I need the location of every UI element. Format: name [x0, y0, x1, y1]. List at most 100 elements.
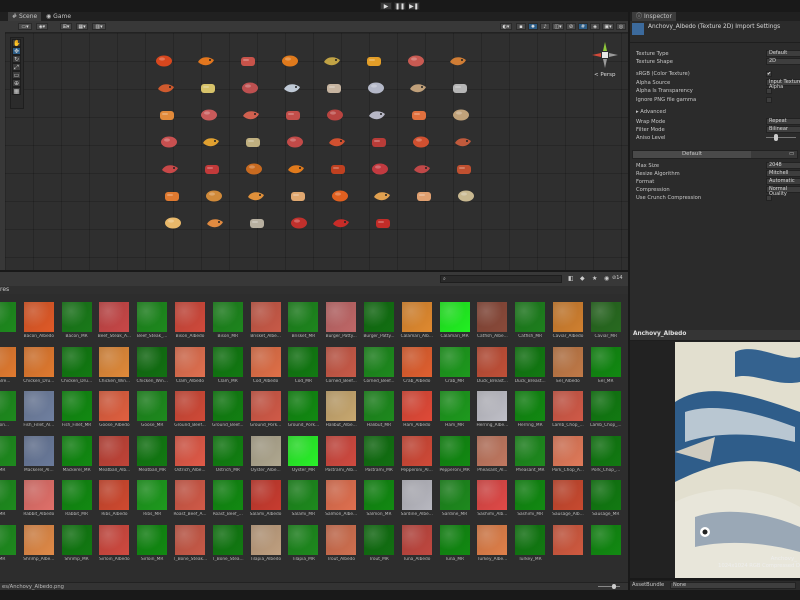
asset-thumbnail[interactable] [61, 524, 92, 555]
food-model[interactable] [368, 108, 386, 122]
asset-label[interactable]: Tuna_Albedo [398, 557, 436, 562]
asset-thumbnail[interactable] [137, 302, 168, 332]
asset-thumbnail[interactable] [212, 346, 243, 377]
asset-thumbnail[interactable] [212, 391, 243, 421]
dropdown-field[interactable]: Bilinear [766, 126, 800, 133]
food-model[interactable] [158, 108, 176, 122]
checkbox[interactable] [766, 97, 772, 103]
2d-toggle[interactable]: ▪ [516, 23, 526, 30]
asset-label[interactable]: Lamb_Chop_... [549, 423, 587, 428]
food-model[interactable] [200, 108, 218, 122]
effects-dropdown[interactable]: ◫▾ [552, 23, 564, 30]
food-model[interactable] [203, 162, 221, 176]
asset-label[interactable]: Caviar_MR [587, 334, 625, 339]
asset-thumbnail[interactable] [401, 302, 432, 332]
asset-label[interactable]: Sashimi_Alb... [473, 512, 511, 517]
asset-label[interactable]: Burger_Patty... [360, 334, 398, 339]
asset-thumbnail[interactable] [326, 302, 357, 332]
food-model[interactable] [245, 162, 263, 176]
thumb-size-slider[interactable] [598, 586, 620, 587]
asset-thumbnail[interactable] [326, 346, 357, 377]
asset-label[interactable]: Bison_MR [209, 334, 247, 339]
asset-thumbnail[interactable] [326, 524, 357, 555]
asset-thumbnail[interactable] [212, 480, 243, 510]
asset-label[interactable]: Shrimp_Albe... [20, 557, 58, 562]
asset-thumbnail[interactable] [364, 391, 394, 421]
asset-thumbnail[interactable] [553, 346, 583, 377]
food-model[interactable] [374, 216, 392, 230]
tab-inspector[interactable]: ⓘ Inspector [632, 12, 676, 21]
transform-tool-icon[interactable]: ⊕ [12, 79, 21, 87]
asset-label[interactable]: Roast_Beef_... [209, 512, 247, 517]
grid-toggle[interactable]: # [578, 23, 588, 30]
aniso-slider-track[interactable] [766, 137, 796, 138]
asset-thumbnail[interactable] [364, 302, 394, 332]
scale-tool-icon[interactable]: ⤢ [12, 63, 21, 71]
asset-label[interactable]: Pepperoni_MR [436, 468, 474, 473]
global-dropdown[interactable]: ▦▾ [76, 23, 88, 30]
asset-thumbnail[interactable] [364, 346, 394, 377]
asset-thumbnail[interactable] [99, 435, 130, 466]
hand-tool-icon[interactable]: ✋ [12, 39, 21, 47]
asset-label[interactable]: Clam_Albedo [171, 379, 209, 384]
food-model[interactable] [290, 216, 308, 230]
monitor-icon[interactable]: ▭ [789, 151, 794, 158]
asset-label[interactable]: Pheasant_Al... [473, 468, 511, 473]
food-model[interactable] [451, 81, 469, 95]
asset-thumbnail[interactable] [364, 480, 394, 510]
asset-label[interactable]: Meatball_Alb... [95, 468, 133, 473]
food-model[interactable] [326, 108, 344, 122]
asset-label[interactable]: Caviar_Albedo [549, 334, 587, 339]
gizmos-toggle[interactable]: ◈ [590, 23, 600, 30]
food-model[interactable] [286, 135, 304, 149]
asset-thumbnail[interactable] [23, 524, 54, 555]
asset-thumbnail[interactable] [439, 480, 470, 510]
asset-label[interactable]: Shrimp_MR [58, 557, 96, 562]
asset-thumbnail[interactable] [212, 524, 243, 555]
asset-thumbnail[interactable] [99, 480, 130, 510]
food-model[interactable] [197, 54, 215, 68]
asset-label[interactable]: Roast_Beef_A... [171, 512, 209, 517]
asset-label[interactable]: Fish_Fillet_Al... [20, 423, 58, 428]
food-model[interactable] [281, 54, 299, 68]
dropdown-field[interactable]: Input Texture Alpha [766, 79, 800, 90]
asset-label[interactable]: Eel_MR [587, 379, 625, 384]
scene-viewport[interactable] [5, 33, 628, 270]
layers-dropdown[interactable]: ◈▾ [36, 23, 48, 30]
checkbox[interactable]: ✔ [766, 71, 772, 77]
asset-label[interactable]: Sausage_Alb... [549, 512, 587, 517]
asset-label[interactable]: Tuna_MR [436, 557, 474, 562]
asset-label[interactable]: T_Bone_Stea... [209, 557, 247, 562]
food-model[interactable] [365, 54, 383, 68]
filter-type-icon[interactable]: ◧ [568, 275, 574, 282]
asset-thumbnail[interactable] [137, 524, 168, 555]
asset-label[interactable]: Salami_Albedo [247, 512, 285, 517]
asset-thumbnail[interactable] [175, 524, 205, 555]
asset-thumbnail[interactable] [23, 302, 54, 332]
asset-thumbnail[interactable] [590, 346, 621, 377]
asset-thumbnail[interactable] [23, 391, 54, 421]
asset-thumbnail[interactable] [23, 435, 54, 466]
asset-thumbnail[interactable] [515, 346, 546, 377]
draw-mode-dropdown[interactable]: ▭▾ [18, 23, 32, 30]
asset-label[interactable]: Halibut_MR [360, 423, 398, 428]
food-model[interactable] [157, 81, 175, 95]
label-icon[interactable]: ◆ [580, 275, 585, 282]
asset-thumbnail[interactable] [250, 391, 281, 421]
texture-preview-image[interactable] [675, 342, 800, 578]
dropdown-field[interactable]: Automatic [766, 178, 800, 185]
asset-label[interactable]: _MR [0, 512, 20, 517]
eye-icon[interactable]: ◉ [604, 275, 609, 282]
asset-label[interactable]: Ribs_MR [133, 512, 171, 517]
asset-thumbnail[interactable] [326, 391, 357, 421]
axis-gizmo-icon[interactable] [592, 42, 618, 68]
move-tool-icon[interactable]: ✥ [12, 47, 21, 55]
asset-thumbnail[interactable] [477, 391, 508, 421]
custom-tool-icon[interactable]: ▦ [12, 87, 21, 95]
asset-label[interactable]: Chicken_Win... [133, 379, 171, 384]
asset-label[interactable]: Duck_Breast... [473, 379, 511, 384]
asset-label[interactable]: Turkey_Albe... [473, 557, 511, 562]
asset-label[interactable]: Salmon_Albe... [322, 512, 360, 517]
food-model[interactable] [287, 162, 305, 176]
asset-label[interactable]: Mackerel_Al... [20, 468, 58, 473]
